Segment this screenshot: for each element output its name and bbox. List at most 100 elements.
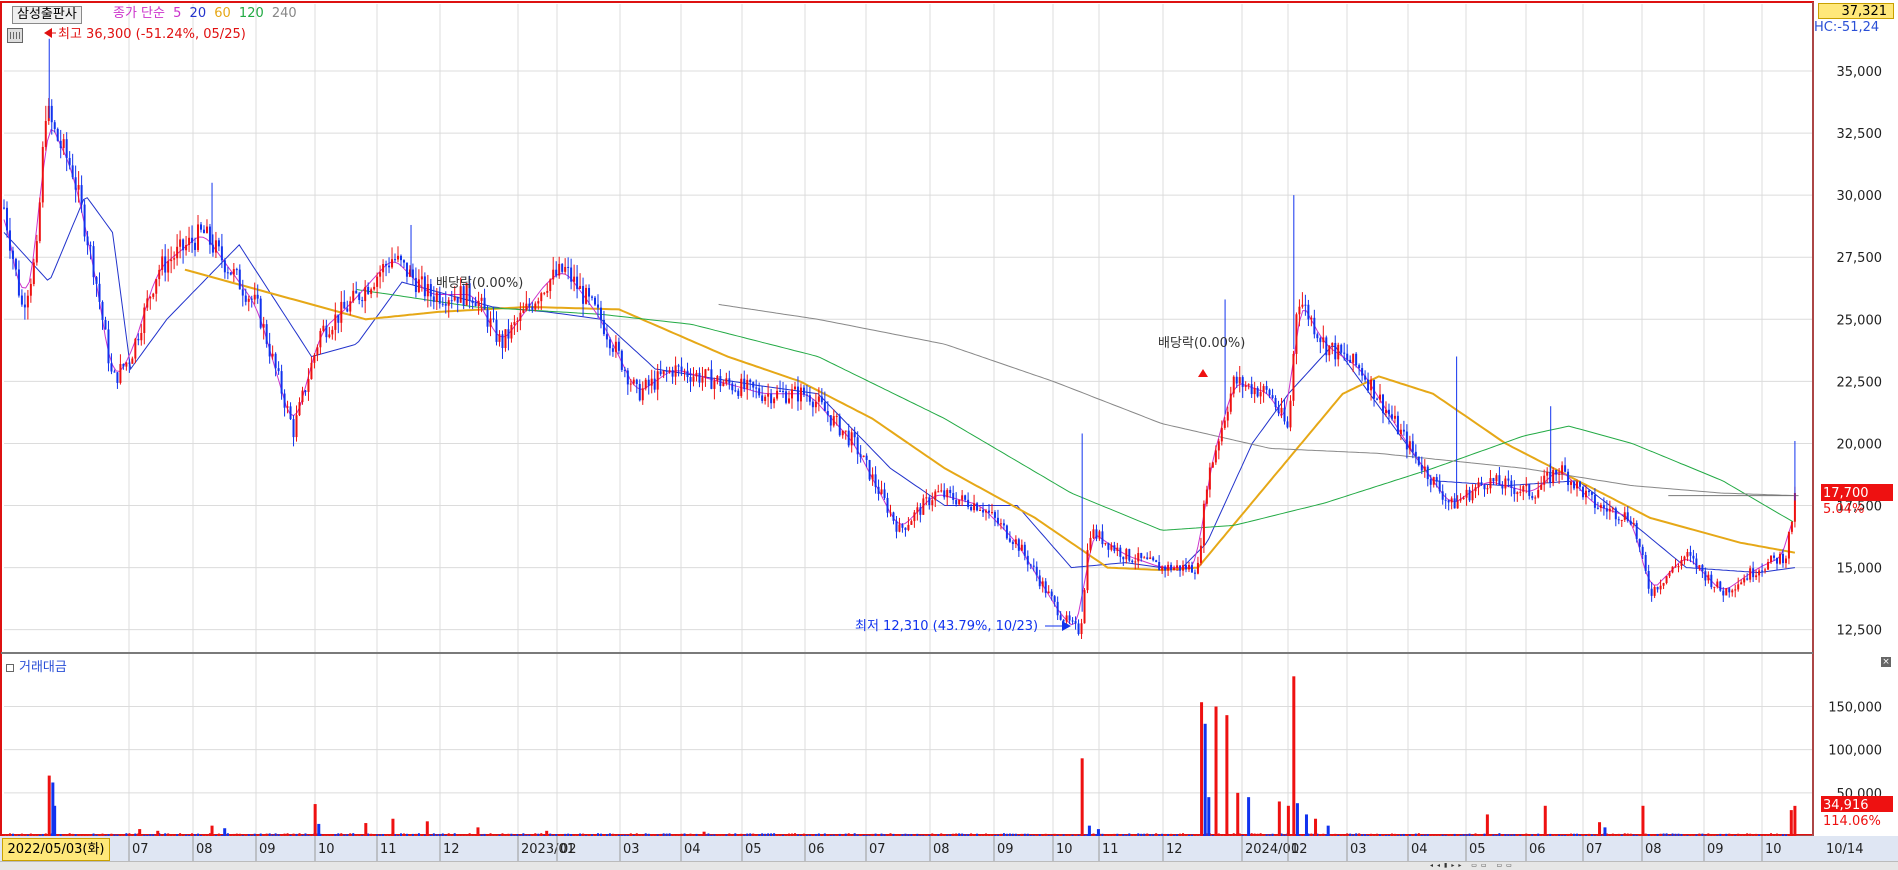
candle-body (919, 507, 922, 515)
candle-body (937, 491, 940, 493)
volume-bar (232, 833, 235, 836)
ma-5[interactable]: 5 (173, 6, 181, 21)
candle-body (489, 318, 492, 327)
candle-body (1384, 409, 1387, 414)
candle-body (1459, 499, 1462, 501)
candle-body (725, 378, 728, 383)
close-panel-icon[interactable]: × (1881, 657, 1891, 667)
volume-bar (1540, 835, 1543, 836)
volume-bar (1337, 834, 1340, 836)
volume-bar (782, 834, 785, 836)
volume-bar (340, 833, 343, 836)
candle-body (668, 370, 671, 372)
volume-bar (226, 833, 229, 836)
candle-body (364, 286, 367, 302)
ma-20[interactable]: 20 (190, 6, 207, 21)
candle-body (1719, 581, 1722, 591)
volume-bar (1334, 833, 1337, 836)
volume-bar (420, 834, 423, 836)
volume-bar (1743, 834, 1746, 836)
candle-body (1310, 317, 1313, 320)
candle-body (659, 371, 662, 375)
candle-body (1343, 352, 1346, 354)
date-tick-label: 05 (1469, 842, 1486, 857)
ma-prefix: 종가 단순 (113, 6, 165, 21)
ma-60[interactable]: 60 (214, 6, 231, 21)
volume-bar (1158, 834, 1161, 836)
volume-bar (799, 835, 802, 836)
date-tick-label: 04 (1411, 842, 1428, 857)
ma-120[interactable]: 120 (239, 6, 264, 21)
candle-body (220, 246, 223, 261)
volume-bar (59, 834, 62, 836)
volume-spike (156, 830, 160, 836)
volume-bar (80, 834, 83, 836)
volume-bar (1268, 834, 1271, 836)
volume-bar (286, 833, 289, 836)
volume-bar (573, 834, 576, 836)
volume-bar (874, 833, 877, 836)
candle-body (1701, 565, 1704, 572)
stock-name-label[interactable]: 삼성출판사 (12, 6, 82, 24)
volume-bar (26, 834, 29, 836)
candle-body (1358, 365, 1361, 369)
volume-bar (1656, 833, 1659, 836)
volume-bar (1265, 834, 1268, 836)
candle-body (820, 396, 823, 403)
toolbar-icons[interactable]: ◂◂▮▸▸ ▭▭ ▭▭ (1430, 862, 1516, 869)
candle-body (1632, 523, 1635, 525)
volume-bar (656, 834, 659, 836)
volume-bar (1453, 833, 1456, 836)
volume-bar (895, 834, 898, 836)
volume-bar (611, 833, 614, 836)
candle-body (513, 322, 516, 325)
candle-body (516, 320, 519, 323)
candle-body (435, 292, 438, 302)
volume-panel-title[interactable]: 거래대금 (6, 656, 67, 675)
candle-body (1173, 567, 1176, 571)
volume-bar (202, 834, 205, 836)
candle-body (116, 372, 119, 383)
candle-body (477, 300, 480, 306)
candle-body (1301, 304, 1304, 307)
volume-bar (791, 833, 794, 836)
candle-body (868, 460, 871, 480)
candle-body (758, 388, 761, 396)
volume-bar (1611, 833, 1614, 836)
volume-bar (1590, 834, 1593, 836)
volume-bar (328, 834, 331, 836)
candle-body (1573, 481, 1576, 489)
candle-body (77, 185, 80, 190)
candle-body (1587, 490, 1590, 493)
ma-240[interactable]: 240 (272, 6, 297, 21)
volume-bar (1665, 833, 1668, 836)
candle-body (791, 389, 794, 399)
volume-bar (307, 835, 310, 836)
candle-body (1059, 615, 1062, 620)
volume-spike (210, 825, 214, 836)
candle-body (779, 390, 782, 392)
volume-bar (988, 834, 991, 836)
volume-bar (1173, 834, 1176, 836)
candle-body (973, 503, 976, 511)
candle-body (1722, 590, 1725, 596)
candle-body (334, 314, 337, 330)
candle-body (56, 128, 59, 141)
candle-body (1429, 479, 1432, 485)
candle-body (211, 244, 214, 253)
calendar-icon[interactable] (7, 28, 23, 43)
volume-bar (1229, 835, 1232, 836)
stock-chart[interactable]: 35,000 32,500 30,000 27,500 25,000 22,500 20,0… (0, 0, 1898, 869)
date-tick-label: 07 (1586, 842, 1603, 857)
dividend-marker (1198, 369, 1208, 377)
candle-body (68, 157, 71, 166)
volume-bar (277, 834, 280, 836)
volume-bar (1492, 834, 1495, 836)
volume-bar (1635, 835, 1638, 836)
candle-body (474, 303, 477, 306)
volume-bar (247, 834, 250, 836)
volume-bar (796, 834, 799, 836)
candle-body (1158, 561, 1161, 571)
volume-spike (1207, 797, 1211, 836)
ma-legend[interactable]: 종가 단순 5 20 60 120 240 (113, 6, 301, 22)
